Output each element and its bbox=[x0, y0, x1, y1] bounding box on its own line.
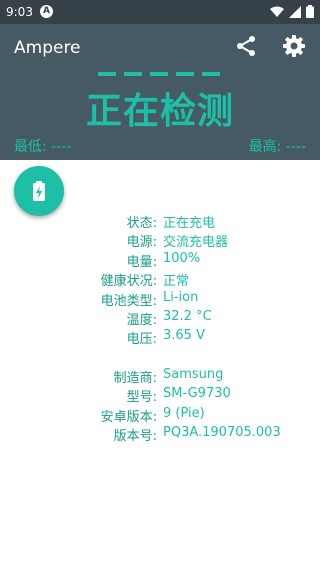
info-value: 100% bbox=[163, 250, 201, 266]
device-info-row: 制造商: Samsung bbox=[0, 367, 320, 387]
info-label: 电量: bbox=[126, 254, 157, 270]
min-reading-label: 最低: ---- bbox=[14, 139, 72, 155]
info-value: 32.2 °C bbox=[163, 309, 212, 324]
info-value: SM-G9730 bbox=[163, 386, 231, 402]
device-info-row: 型号: SM-G9730 bbox=[0, 386, 320, 406]
status-bar: 9:03 A bbox=[0, 0, 320, 24]
battery-icon bbox=[306, 5, 314, 18]
max-reading-label: 最高: ---- bbox=[248, 139, 306, 155]
dash bbox=[98, 72, 116, 76]
battery-info-row: 电源: 交流充电器 bbox=[0, 231, 320, 251]
battery-fab-button[interactable] bbox=[14, 166, 64, 216]
info-label: 制造商: bbox=[113, 371, 157, 386]
info-label: 状态: bbox=[126, 216, 157, 231]
battery-info-row: 电压: 3.65 V bbox=[0, 328, 320, 348]
dash bbox=[176, 72, 194, 76]
info-value: 交流充电器 bbox=[163, 235, 229, 251]
info-value: Samsung bbox=[163, 367, 224, 382]
reading-placeholder-dashes bbox=[98, 72, 220, 76]
info-value: 9 (Pie) bbox=[163, 405, 205, 421]
device-info-row: 版本号: PQ3A.190705.003 bbox=[0, 425, 320, 445]
gear-icon bbox=[283, 35, 305, 57]
info-label: 电压: bbox=[126, 332, 157, 348]
battery-info-row: 电池类型: Li-ion bbox=[0, 290, 320, 310]
info-value: 正在充电 bbox=[163, 216, 216, 231]
settings-button[interactable] bbox=[282, 34, 306, 58]
app-header: Ampere 正在检测 最低: ---- 最高: ---- bbox=[0, 24, 320, 160]
status-time: 9:03 bbox=[6, 5, 33, 19]
signal-icon bbox=[289, 5, 301, 18]
info-label: 电源: bbox=[126, 235, 157, 251]
app-title: Ampere bbox=[14, 38, 81, 58]
dash bbox=[202, 72, 220, 76]
info-label: 温度: bbox=[126, 313, 157, 328]
app-notification-icon: A bbox=[40, 5, 53, 18]
info-value: 3.65 V bbox=[163, 328, 205, 344]
battery-info-row: 状态: 正在充电 bbox=[0, 212, 320, 232]
system-icons bbox=[270, 5, 314, 18]
info-label: 型号: bbox=[126, 390, 157, 406]
battery-charging-icon bbox=[33, 181, 45, 201]
battery-info-row: 电量: 100% bbox=[0, 251, 320, 271]
info-label: 健康状况: bbox=[100, 274, 157, 290]
device-info-row: 安卓版本: 9 (Pie) bbox=[0, 406, 320, 426]
info-label: 安卓版本: bbox=[100, 409, 157, 425]
share-icon bbox=[237, 36, 255, 56]
info-value: PQ3A.190705.003 bbox=[163, 425, 281, 441]
dash bbox=[124, 72, 142, 76]
info-label: 电池类型: bbox=[100, 293, 157, 309]
wifi-icon bbox=[270, 6, 284, 17]
info-value: Li-ion bbox=[163, 289, 199, 305]
dash bbox=[150, 72, 168, 76]
battery-info-row: 温度: 32.2 °C bbox=[0, 309, 320, 329]
battery-info-row: 健康状况: 正常 bbox=[0, 270, 320, 290]
info-value: 正常 bbox=[163, 274, 190, 290]
share-button[interactable] bbox=[234, 34, 258, 58]
monitor-status-text: 正在检测 bbox=[85, 91, 234, 132]
info-label: 版本号: bbox=[113, 429, 157, 445]
